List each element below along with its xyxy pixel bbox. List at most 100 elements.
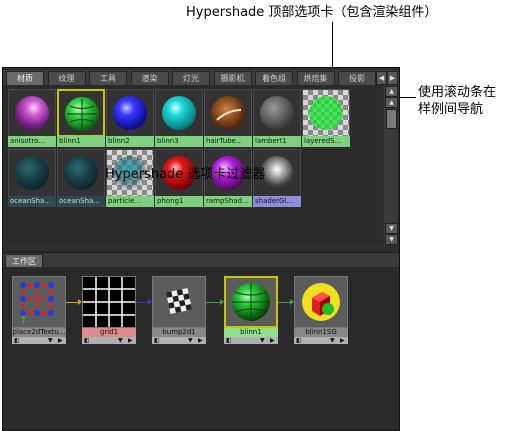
swatch-preview: [8, 89, 56, 137]
swatch-label: blinn3: [155, 136, 203, 147]
tab-5[interactable]: 摄影机: [213, 71, 252, 85]
node-output-icon[interactable]: ▶: [340, 337, 345, 344]
node-preview: [152, 276, 206, 328]
scroll-down-alt-icon[interactable]: ▼: [385, 223, 398, 234]
node-output-icon[interactable]: ▶: [128, 337, 133, 344]
svg-text:T: T: [20, 316, 27, 326]
node-attribute-bar: ◧ ▼ ▶: [224, 337, 278, 344]
filter-callout: Hypershade 选项卡过滤器: [105, 167, 266, 182]
node-swatch-icon[interactable]: ◧: [154, 337, 160, 344]
swatch-label: shaderGl...: [253, 196, 301, 207]
swatch-cyan[interactable]: blinn3: [155, 89, 203, 148]
node-label: bump2d1: [152, 328, 206, 337]
node-swatch-icon[interactable]: ◧: [296, 337, 302, 344]
node-label: blinn1SG: [294, 328, 348, 337]
node-input-icon[interactable]: ▼: [330, 337, 335, 344]
node-output-icon[interactable]: ▶: [58, 337, 63, 344]
scroll-up-alt-icon[interactable]: ▲: [385, 97, 398, 108]
tab-4[interactable]: 灯光: [172, 71, 210, 85]
scrollbar-thumb[interactable]: [386, 109, 397, 129]
node-output-icon[interactable]: ▶: [198, 337, 203, 344]
node-input-icon[interactable]: ▼: [118, 337, 123, 344]
swatch-label: oceanSha...: [8, 196, 56, 207]
swatch-label: lambert1: [253, 136, 301, 147]
swatch-blinn1[interactable]: blinn1: [57, 89, 105, 148]
scrollbar-callout-line1: 使用滚动条在: [418, 85, 497, 100]
swatch-label: blinn1: [57, 136, 105, 147]
node-input-icon[interactable]: ▼: [48, 337, 53, 344]
sphere-icon: [65, 97, 99, 131]
swatch-layered[interactable]: layeredS...: [302, 89, 350, 148]
swatch-preview: [57, 149, 105, 197]
tab-8[interactable]: 投影: [338, 71, 376, 85]
work-area: Tplace2dTextu... ◧ ▼ ▶ grid1 ◧ ▼ ▶ bump2d1 ◧ ▼ ▶ bli…: [3, 267, 399, 430]
sphere-icon: [309, 96, 343, 130]
arrow-icon: [78, 299, 82, 305]
swatch-preview: [106, 89, 154, 137]
swatch-blue[interactable]: blinn2: [106, 89, 154, 148]
node-preview: T: [12, 276, 66, 328]
node-preview: [224, 276, 278, 328]
swatch-label: hairTube...: [204, 136, 252, 147]
node-attribute-bar: ◧ ▼ ▶: [82, 337, 136, 344]
tab-scroll-right-button[interactable]: ▶: [387, 71, 398, 85]
node-swatch-icon[interactable]: ◧: [84, 337, 90, 344]
node-output-icon[interactable]: ▶: [270, 337, 275, 344]
swatch-ocean[interactable]: oceanSha...: [8, 149, 56, 208]
arrow-icon: [148, 299, 152, 305]
swatch-scrollbar[interactable]: ▲ ▲ ▼ ▼: [384, 85, 398, 245]
sphere-icon: [162, 96, 196, 130]
sphere-icon: [211, 96, 245, 130]
swatch-grey[interactable]: lambert1: [253, 89, 301, 148]
node-input-icon[interactable]: ▼: [188, 337, 193, 344]
node-swatch-icon[interactable]: ◧: [14, 337, 20, 344]
sphere-icon: [260, 96, 294, 130]
node-sg[interactable]: blinn1SG ◧ ▼ ▶: [294, 276, 348, 344]
scroll-down-icon[interactable]: ▼: [385, 234, 398, 245]
hypershade-tab-bar: 材质 纹理 工具 渲染 灯光 摄影机 着色组 烘焙集 投影: [3, 70, 399, 85]
tab-2[interactable]: 工具: [89, 71, 127, 85]
node-preview: [82, 276, 136, 328]
swatch-label: phong1: [155, 196, 203, 207]
swatch-label: oceanSha...: [57, 196, 105, 207]
node-label: place2dTextu...: [12, 328, 66, 337]
sphere-icon: [113, 96, 147, 130]
node-grid[interactable]: grid1 ◧ ▼ ▶: [82, 276, 136, 344]
tab-work-area[interactable]: 工作区: [5, 254, 43, 268]
node-bump[interactable]: bump2d1 ◧ ▼ ▶: [152, 276, 206, 344]
swatch-preview: [57, 89, 105, 137]
node-label: blinn1: [224, 328, 278, 337]
node-label: grid1: [82, 328, 136, 337]
tab-3[interactable]: 渲染: [130, 71, 169, 85]
swatch-label: layeredS...: [302, 136, 350, 147]
top-tabs-leader: [332, 22, 333, 72]
tab-7[interactable]: 烘焙集: [296, 71, 335, 85]
work-area-tab-bar: 工作区: [3, 252, 399, 268]
swatch-preview: [155, 89, 203, 137]
arrow-icon: [220, 299, 224, 305]
sphere-icon: [64, 156, 98, 190]
swatch-label: rampShad...: [204, 196, 252, 207]
swatch-preview: [253, 89, 301, 137]
tab-0[interactable]: 材质: [6, 71, 44, 85]
swatch-ocean[interactable]: oceanSha...: [57, 149, 105, 208]
sphere-icon: [15, 156, 49, 190]
hypershade-panel: 材质 纹理 工具 渲染 灯光 摄影机 着色组 烘焙集 投影 ◀ ▶ anisotro... bli…: [2, 67, 400, 431]
tab-1[interactable]: 纹理: [47, 71, 86, 85]
node-swatch-icon[interactable]: ◧: [226, 337, 232, 344]
swatch-hair[interactable]: hairTube...: [204, 89, 252, 148]
scroll-up-icon[interactable]: ▲: [385, 86, 398, 97]
node-place2d[interactable]: Tplace2dTextu... ◧ ▼ ▶: [12, 276, 66, 344]
top-tabs-callout: Hypershade 顶部选项卡（包含渲染组件）: [186, 5, 438, 20]
tab-6[interactable]: 着色组: [255, 71, 293, 85]
tab-scroll-left-button[interactable]: ◀: [376, 71, 387, 85]
node-blinn[interactable]: blinn1 ◧ ▼ ▶: [224, 276, 278, 344]
node-input-icon[interactable]: ▼: [260, 337, 265, 344]
swatch-aniso[interactable]: anisotro...: [8, 89, 56, 148]
connection-line: [206, 302, 221, 303]
swatch-label: blinn2: [106, 136, 154, 147]
sphere-icon: [15, 96, 49, 130]
scrollbar-callout-line2: 样例间导航: [418, 102, 484, 117]
node-attribute-bar: ◧ ▼ ▶: [12, 337, 66, 344]
swatch-preview: [8, 149, 56, 197]
